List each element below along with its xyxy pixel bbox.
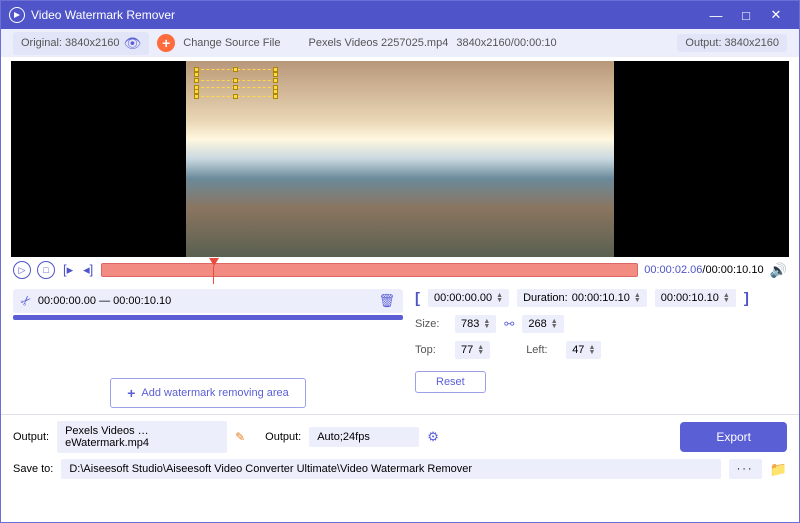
start-time-input[interactable]: 00:00:00.00▲▼ xyxy=(428,289,509,307)
left-label: Left: xyxy=(526,344,558,356)
spinner-icon[interactable]: ▲▼ xyxy=(723,293,730,303)
mark-in-button[interactable]: [▸ xyxy=(61,262,75,278)
top-label: Top: xyxy=(415,344,447,356)
output-format-label: Output: xyxy=(265,431,301,443)
play-button[interactable]: ▷ xyxy=(13,261,31,279)
app-logo-icon xyxy=(9,7,25,23)
save-to-label: Save to: xyxy=(13,463,53,475)
time-display: 00:00:02.06/00:00:10.10 xyxy=(644,264,763,276)
add-watermark-area-button[interactable]: +Add watermark removing area xyxy=(110,378,306,408)
playhead-icon[interactable] xyxy=(209,258,219,266)
settings-icon[interactable]: ⚙ xyxy=(427,429,439,445)
top-input[interactable]: 77▲▼ xyxy=(455,341,490,359)
change-source-button[interactable]: Change Source File xyxy=(183,37,280,49)
volume-icon[interactable]: 🔊 xyxy=(770,262,787,279)
browse-folder-button[interactable]: ··· xyxy=(729,459,762,479)
spinner-icon[interactable]: ▲▼ xyxy=(634,293,641,303)
width-input[interactable]: 783▲▼ xyxy=(455,315,496,333)
maximize-button[interactable]: □ xyxy=(731,8,761,23)
watermark-selection[interactable] xyxy=(196,87,276,97)
stop-button[interactable]: □ xyxy=(37,261,55,279)
visibility-icon[interactable]: 👁 xyxy=(123,35,141,52)
clip-range: 00:00:00.00 — 00:00:10.10 xyxy=(38,295,171,307)
watermark-selection[interactable] xyxy=(196,69,276,81)
top-info-bar: Original: 3840x2160👁 + Change Source Fil… xyxy=(1,29,799,57)
edit-filename-icon[interactable]: ✎ xyxy=(235,430,245,444)
app-title: Video Watermark Remover xyxy=(31,8,701,22)
video-frame xyxy=(186,61,614,257)
reset-button[interactable]: Reset xyxy=(415,371,486,393)
spinner-icon[interactable]: ▲▼ xyxy=(496,293,503,303)
bracket-end-button[interactable]: ] xyxy=(744,290,749,307)
source-filename: Pexels Videos 2257025.mp4 xyxy=(308,37,448,49)
height-input[interactable]: 268▲▼ xyxy=(522,315,563,333)
output-filename: Pexels Videos …eWatermark.mp4 xyxy=(57,421,227,453)
titlebar: Video Watermark Remover — □ ✕ xyxy=(1,1,799,29)
minimize-button[interactable]: — xyxy=(701,8,731,23)
bracket-start-button[interactable]: [ xyxy=(415,290,420,307)
left-input[interactable]: 47▲▼ xyxy=(566,341,601,359)
spinner-icon[interactable]: ▲▼ xyxy=(551,319,558,329)
output-file-label: Output: xyxy=(13,431,49,443)
playback-controls: ▷ □ [▸ ◂] 00:00:02.06/00:00:10.10 🔊 xyxy=(1,257,799,283)
video-preview[interactable] xyxy=(11,61,789,257)
output-size-pill: Output: 3840x2160 xyxy=(677,34,787,52)
source-fileinfo: 3840x2160/00:00:10 xyxy=(456,37,556,49)
bottom-panel: Output: Pexels Videos …eWatermark.mp4 ✎ … xyxy=(1,414,799,491)
end-time-input[interactable]: 00:00:10.10▲▼ xyxy=(655,289,736,307)
spinner-icon[interactable]: ▲▼ xyxy=(477,345,484,355)
output-format[interactable]: Auto;24fps xyxy=(309,427,419,447)
spinner-icon[interactable]: ▲▼ xyxy=(483,319,490,329)
clip-progress xyxy=(13,315,403,320)
size-label: Size: xyxy=(415,318,447,330)
clip-item[interactable]: ✂ 00:00:00.00 — 00:00:10.10 🗑 xyxy=(13,289,403,313)
mark-out-button[interactable]: ◂] xyxy=(81,262,95,278)
scissors-icon: ✂ xyxy=(17,291,36,310)
spinner-icon[interactable]: ▲▼ xyxy=(588,345,595,355)
close-button[interactable]: ✕ xyxy=(761,7,791,23)
link-aspect-icon[interactable]: ⚯ xyxy=(504,317,514,331)
open-folder-icon[interactable]: 📁 xyxy=(770,461,787,478)
delete-clip-icon[interactable]: 🗑 xyxy=(378,293,395,309)
timeline-scrubber[interactable] xyxy=(101,263,638,277)
original-size-pill: Original: 3840x2160👁 xyxy=(13,32,149,55)
export-button[interactable]: Export xyxy=(680,422,787,452)
duration-input[interactable]: Duration:00:00:10.10▲▼ xyxy=(517,289,647,307)
save-path: D:\Aiseesoft Studio\Aiseesoft Video Conv… xyxy=(61,459,720,479)
add-source-icon[interactable]: + xyxy=(157,34,175,52)
plus-icon: + xyxy=(127,385,135,401)
